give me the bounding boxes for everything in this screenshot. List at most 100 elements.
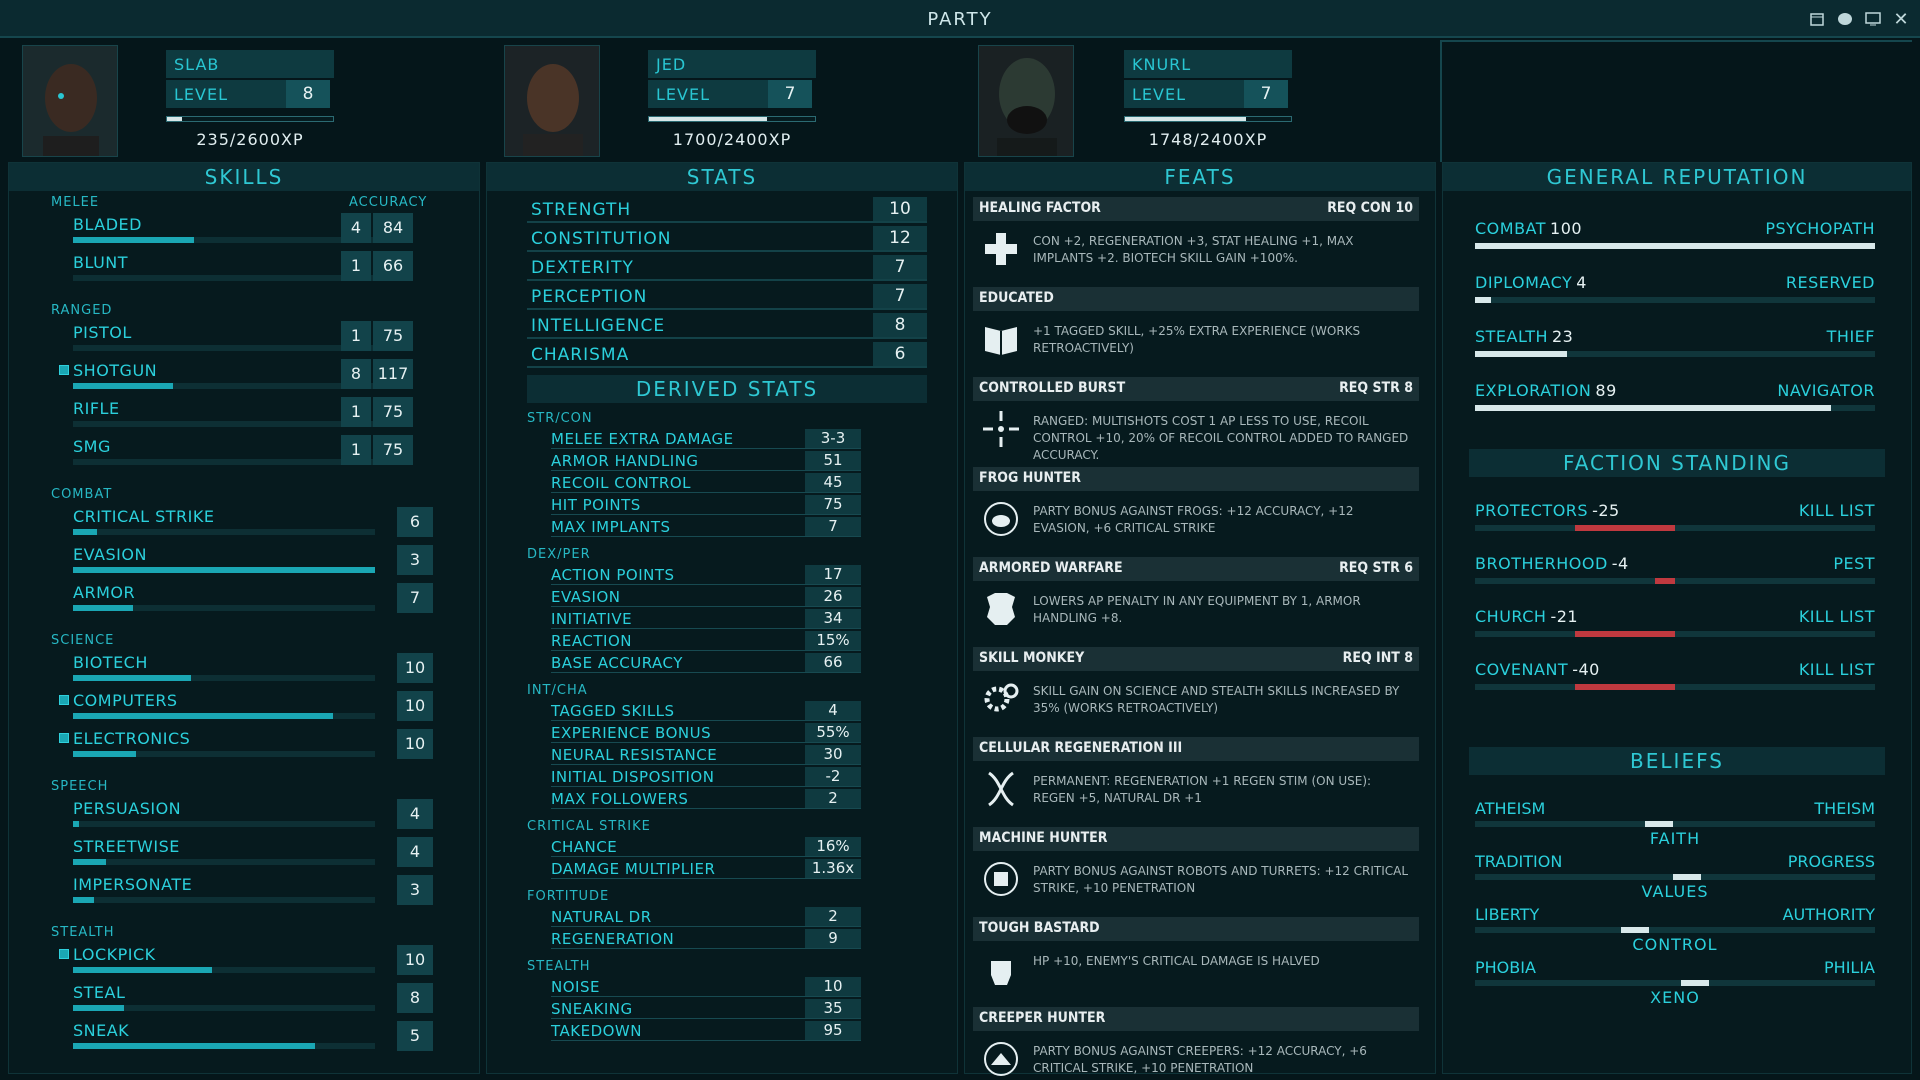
derived-stat-name: TAGGED SKILLS [551,702,675,720]
feat-name: FROG HUNTER [979,470,1081,486]
stat-value: 7 [873,284,927,308]
character-name: JED [648,50,816,78]
feat-card[interactable]: MACHINE HUNTER PARTY BONUS AGAINST ROBOTS… [973,827,1419,913]
fist-icon [979,947,1023,991]
skill-row[interactable]: BLUNT 1 66 [9,251,479,287]
stat-row: CHARISMA 6 [527,342,927,368]
party-member-2[interactable]: KNURL LEVEL 7 1748/2400XP [962,40,1440,162]
level-label: LEVEL [648,80,768,108]
skill-progress-bar [73,237,375,243]
feat-requirement: REQ STR 8 [1339,380,1413,396]
dna-icon [979,767,1023,811]
faction-name: CHURCH -21 [1475,607,1578,626]
skill-row[interactable]: SMG 1 75 [9,435,479,471]
derived-group-header: STR/CON [527,411,593,426]
faction-label: CHURCH [1475,607,1547,626]
stat-name: STRENGTH [531,200,632,220]
skill-row[interactable]: COMPUTERS 10 [9,689,479,725]
skill-row[interactable]: PISTOL 1 75 [9,321,479,357]
skill-name: BIOTECH [73,653,148,672]
faction-label: COVENANT [1475,660,1569,679]
skill-progress-bar [73,751,375,757]
portrait-jed[interactable] [504,45,600,157]
derived-stat-value: 2 [805,907,861,926]
feat-card[interactable]: FROG HUNTER PARTY BONUS AGAINST FROGS: +1… [973,467,1419,553]
stat-row: PERCEPTION 7 [527,284,927,310]
skill-row[interactable]: SNEAK 5 [9,1019,479,1055]
derived-stat-name: EXPERIENCE BONUS [551,724,712,742]
belief-bar [1475,927,1875,933]
belief-bar [1475,874,1875,880]
skill-row[interactable]: PERSUASION 4 [9,797,479,833]
skill-value: 6 [397,507,433,537]
belief-right: THEISM [1814,799,1875,818]
reputation-name: STEALTH 23 [1475,327,1573,346]
skill-row[interactable]: ELECTRONICS 10 [9,727,479,763]
feat-card[interactable]: HEALING FACTOR REQ CON 10 CON +2, REGENERA… [973,197,1419,283]
skill-progress-fill [73,897,95,903]
reputation-name: COMBAT 100 [1475,219,1582,238]
skill-row[interactable]: BIOTECH 10 [9,651,479,687]
derived-stat-row: MAX IMPLANTS 7 [551,517,861,537]
skill-row[interactable]: STREETWISE 4 [9,835,479,871]
derived-stat-row: BASE ACCURACY 66 [551,653,861,673]
feat-card[interactable]: SKILL MONKEY REQ INT 8 SKILL GAIN ON SCIEN… [973,647,1419,733]
derived-stat-value: 34 [805,609,861,628]
faction-title: PEST [1833,554,1875,573]
skill-row[interactable]: RIFLE 1 75 [9,397,479,433]
feat-card[interactable]: EDUCATED +1 TAGGED SKILL, +25% EXTRA EXPE… [973,287,1419,373]
derived-stat-value: 1.36x [805,859,861,878]
reputation-value: 4 [1576,273,1587,292]
party-member-0[interactable]: SLAB LEVEL 8 235/2600XP [0,40,480,162]
skill-category: SCIENCE [51,633,115,648]
reputation-title: RESERVED [1785,273,1875,292]
stat-row: CONSTITUTION 12 [527,226,927,252]
feat-card[interactable]: CELLULAR REGENERATION III PERMANENT: REGE… [973,737,1419,823]
stats-panel: STATS STRENGTH 10 CONSTITUTION 12 DEXTERITY 7… [486,162,958,1074]
skill-progress-bar [73,567,375,573]
skill-progress-fill [73,751,137,757]
reputation-fill [1475,351,1567,357]
skill-row[interactable]: ARMOR 7 [9,581,479,617]
skill-name: COMPUTERS [73,691,178,710]
brain-icon[interactable] [1834,9,1856,29]
derived-stats-title: DERIVED STATS [527,375,927,403]
window-titlebar: PARTY ✕ [0,0,1920,38]
derived-stat-row: EVASION 26 [551,587,861,607]
reputation-label: COMBAT [1475,219,1547,238]
skill-row[interactable]: LOCKPICK 10 [9,943,479,979]
monitor-icon[interactable] [1862,9,1884,29]
skill-value: 4 [397,837,433,867]
close-icon[interactable]: ✕ [1890,9,1912,30]
skill-row[interactable]: CRITICAL STRIKE 6 [9,505,479,541]
empty-party-slot[interactable] [1440,40,1912,162]
feat-requirement: REQ CON 10 [1327,200,1413,216]
derived-stat-row: EXPERIENCE BONUS 55% [551,723,861,743]
skill-row[interactable]: STEAL 8 [9,981,479,1017]
faction-value: -21 [1550,607,1579,626]
skill-row[interactable]: SHOTGUN 8 117 [9,359,479,395]
party-member-1[interactable]: JED LEVEL 7 1700/2400XP [482,40,960,162]
skill-row[interactable]: IMPERSONATE 3 [9,873,479,909]
derived-group-header: INT/CHA [527,683,588,698]
feat-card[interactable]: ARMORED WARFARE REQ STR 6 LOWERS AP PENALT… [973,557,1419,643]
calendar-icon[interactable] [1806,9,1828,29]
skill-value: 1 [341,397,371,427]
faction-value: -40 [1572,660,1600,679]
belief-row: PHOBIA PHILIA XENO [1475,958,1875,1010]
feat-name: MACHINE HUNTER [979,830,1108,846]
portrait-knurl[interactable] [978,45,1074,157]
feat-card[interactable]: CONTROLLED BURST REQ STR 8 RANGED: MULTISH… [973,377,1419,463]
skill-value: 5 [397,1021,433,1051]
belief-bar [1475,821,1875,827]
derived-stat-row: NEURAL RESISTANCE 30 [551,745,861,765]
feat-card[interactable]: TOUGH BASTARD HP +10, ENEMY'S CRITICAL DA… [973,917,1419,1003]
feat-card[interactable]: CREEPER HUNTER PARTY BONUS AGAINST CREEPE… [973,1007,1419,1080]
skill-row[interactable]: BLADED 4 84 [9,213,479,249]
portrait-slab[interactable] [22,45,118,157]
reputation-title: GENERAL REPUTATION [1443,163,1911,191]
feat-description: RANGED: MULTISHOTS COST 1 AP LESS TO USE… [1033,414,1409,462]
skill-row[interactable]: EVASION 3 [9,543,479,579]
reputation-bar [1475,405,1875,411]
xp-text: 235/2600XP [196,130,304,149]
